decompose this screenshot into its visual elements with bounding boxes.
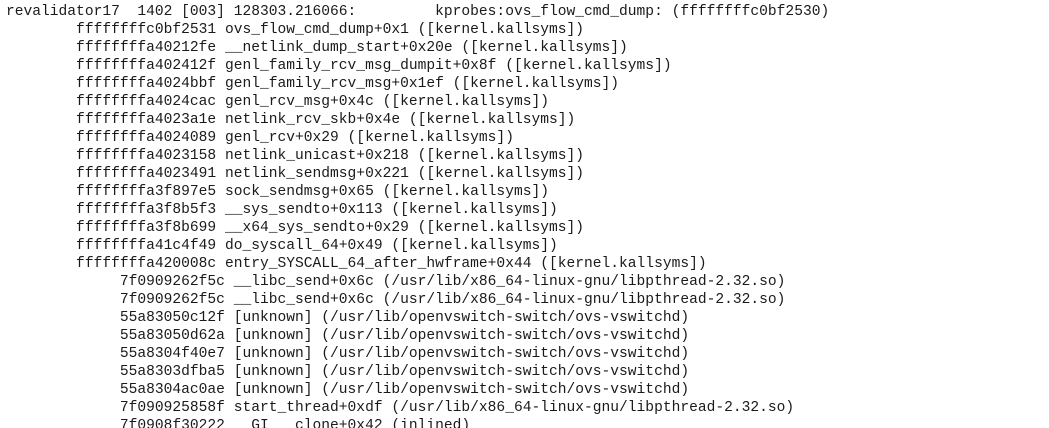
stack-frame-line: 55a83050c12f [unknown] (/usr/lib/openvsw… (6, 310, 690, 326)
stack-frame-line: ffffffffa3f8b699 __x64_sys_sendto+0x29 (… (6, 220, 585, 236)
stack-frame-line: ffffffffa4024cac genl_rcv_msg+0x4c ([ker… (6, 94, 549, 110)
stack-frame-line: ffffffffc0bf2531 ovs_flow_cmd_dump+0x1 (… (6, 22, 585, 38)
stack-frame-line: 55a8304f40e7 [unknown] (/usr/lib/openvsw… (6, 346, 690, 362)
stack-frame-line: ffffffffa3f8b5f3 __sys_sendto+0x113 ([ke… (6, 202, 558, 218)
trace-header-line: revalidator17 1402 [003] 128303.216066: … (6, 4, 830, 20)
stack-frame-line: ffffffffa41c4f49 do_syscall_64+0x49 ([ke… (6, 238, 558, 254)
stack-frame-line: 55a83050d62a [unknown] (/usr/lib/openvsw… (6, 328, 690, 344)
stack-frame-line: 55a8304ac0ae [unknown] (/usr/lib/openvsw… (6, 382, 690, 398)
stack-frame-line: 7f0908f30222 __GI___clone+0x42 (inlined) (6, 418, 471, 428)
stack-frame-line: ffffffffa40212fe __netlink_dump_start+0x… (6, 40, 628, 56)
stack-frame-line: ffffffffa4024bbf genl_family_rcv_msg+0x1… (6, 76, 620, 92)
stack-frame-line: ffffffffa3f897e5 sock_sendmsg+0x65 ([ker… (6, 184, 549, 200)
stack-frame-line: ffffffffa4024089 genl_rcv+0x29 ([kernel.… (6, 130, 514, 146)
stack-frame-line: 55a8303dfba5 [unknown] (/usr/lib/openvsw… (6, 364, 690, 380)
stack-frame-line: 7f0909262f5c __libc_send+0x6c (/usr/lib/… (6, 292, 786, 308)
stack-frame-line: ffffffffa4023158 netlink_unicast+0x218 (… (6, 148, 585, 164)
stack-frame-line: 7f0909262f5c __libc_send+0x6c (/usr/lib/… (6, 274, 786, 290)
stack-frame-line: ffffffffa402412f genl_family_rcv_msg_dum… (6, 58, 672, 74)
stack-frame-line: ffffffffa4023a1e netlink_rcv_skb+0x4e ([… (6, 112, 576, 128)
stack-frame-line: ffffffffa420008c entry_SYSCALL_64_after_… (6, 256, 707, 272)
stack-frame-line: 7f090925858f start_thread+0xdf (/usr/lib… (6, 400, 795, 416)
terminal-output: revalidator17 1402 [003] 128303.216066: … (0, 0, 1050, 428)
stack-frame-line: ffffffffa4023491 netlink_sendmsg+0x221 (… (6, 166, 585, 182)
